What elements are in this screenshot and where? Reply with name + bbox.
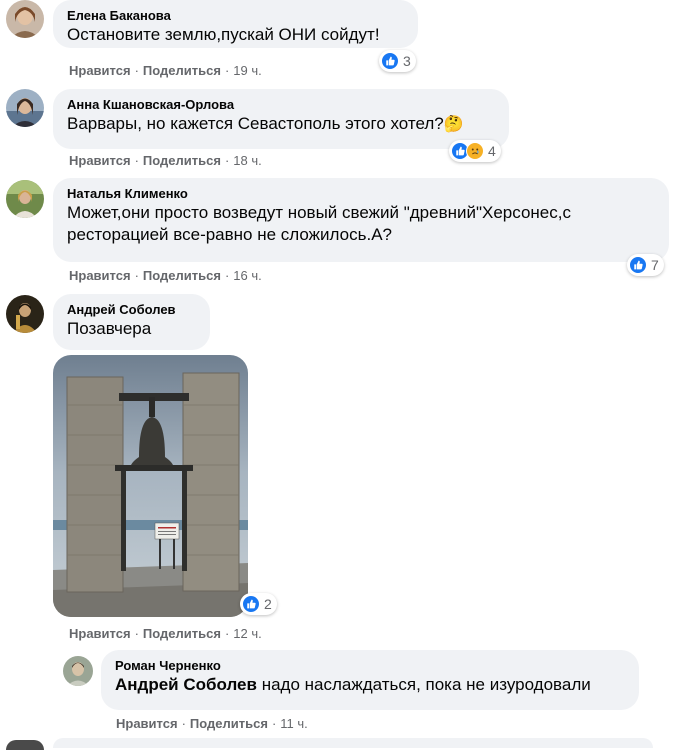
share-button[interactable]: Поделиться <box>143 268 221 283</box>
comment-text: Андрей Соболев надо наслаждаться, пока н… <box>115 674 627 696</box>
reaction-count: 3 <box>403 53 411 69</box>
reaction-summary[interactable]: 4 <box>449 140 501 162</box>
comment-bubble: Роман Черненко Андрей Соболев надо насла… <box>101 650 639 710</box>
reaction-summary[interactable]: 7 <box>627 254 664 276</box>
avatar[interactable] <box>6 180 44 218</box>
timestamp[interactable]: 18 ч. <box>233 153 261 168</box>
timestamp[interactable]: 12 ч. <box>233 626 261 641</box>
comment-actions: Нравится · Поделиться · 11 ч. <box>116 716 308 732</box>
comment-text: Позавчера <box>67 319 152 338</box>
reaction-summary[interactable]: 3 <box>379 50 416 72</box>
comment-actions: Нравится · Поделиться · 19 ч. <box>69 63 262 79</box>
share-button[interactable]: Поделиться <box>143 626 221 641</box>
thinking-face-emoji: 🤔 <box>443 116 464 133</box>
comment-text-line-1: Может,они просто возведут новый свежий "… <box>67 203 571 222</box>
avatar[interactable] <box>6 89 44 127</box>
comment-author[interactable]: Анна Кшановская-Орлова <box>67 96 497 113</box>
reaction-count: 7 <box>651 257 659 273</box>
timestamp[interactable]: 11 ч. <box>280 716 308 731</box>
comment-bubble: Анна Кшановская-Орлова Варвары, но кажет… <box>53 89 509 149</box>
comment-text: Варвары, но кажется Севастополь этого хо… <box>67 113 497 136</box>
sad-icon <box>466 142 484 160</box>
separator: · <box>134 63 139 78</box>
share-button[interactable]: Поделиться <box>143 63 221 78</box>
reaction-count: 2 <box>264 596 272 612</box>
comment-text: Остановите землю,пускай ОНИ сойдут! <box>67 25 380 44</box>
like-button[interactable]: Нравится <box>69 63 131 78</box>
reaction-summary[interactable]: 2 <box>240 593 277 615</box>
separator: · <box>134 153 139 168</box>
comment-text-line-2: ресторацией все-равно не сложилось.А? <box>67 225 392 244</box>
separator: · <box>181 716 186 731</box>
comment-author[interactable]: Наталья Клименко <box>67 185 657 202</box>
timestamp[interactable]: 19 ч. <box>233 63 261 78</box>
comment-text-body: Варвары, но кажется Севастополь этого хо… <box>67 114 444 133</box>
separator: · <box>224 268 230 283</box>
like-icon <box>381 52 399 70</box>
timestamp[interactable]: 16 ч. <box>233 268 261 283</box>
comment-bubble: Наталья Клименко Может,они просто возвед… <box>53 178 669 262</box>
like-button[interactable]: Нравится <box>116 716 178 731</box>
like-button[interactable]: Нравится <box>69 153 131 168</box>
like-button[interactable]: Нравится <box>69 626 131 641</box>
comment-author[interactable]: Роман Черненко <box>115 657 627 674</box>
separator: · <box>224 63 230 78</box>
avatar[interactable] <box>6 0 44 38</box>
like-button[interactable]: Нравится <box>69 268 131 283</box>
separator: · <box>134 268 139 283</box>
reaction-count: 4 <box>488 143 496 159</box>
next-avatar-edge <box>6 740 44 750</box>
separator: · <box>134 626 139 641</box>
bell-tower-photo[interactable] <box>53 355 248 617</box>
comment-author[interactable]: Елена Баканова <box>67 7 406 24</box>
comment-author[interactable]: Андрей Соболев <box>67 301 198 318</box>
comment-actions: Нравится · Поделиться · 18 ч. <box>69 153 262 169</box>
avatar[interactable] <box>6 295 44 333</box>
comment-actions: Нравится · Поделиться · 12 ч. <box>69 626 262 642</box>
separator: · <box>224 153 230 168</box>
separator: · <box>224 626 230 641</box>
share-button[interactable]: Поделиться <box>190 716 268 731</box>
like-icon <box>629 256 647 274</box>
comment-bubble: Андрей Соболев Позавчера <box>53 294 210 350</box>
share-button[interactable]: Поделиться <box>143 153 221 168</box>
mention-link[interactable]: Андрей Соболев <box>115 675 257 694</box>
comment-text-body: надо наслаждаться, пока не изуродовали <box>261 675 591 694</box>
comment-bubble: Елена Баканова Остановите землю,пускай О… <box>53 0 418 48</box>
separator: · <box>271 716 277 731</box>
next-comment-bubble-edge <box>53 738 653 748</box>
avatar[interactable] <box>63 656 93 686</box>
comment-actions: Нравится · Поделиться · 16 ч. <box>69 268 262 284</box>
like-icon <box>242 595 260 613</box>
